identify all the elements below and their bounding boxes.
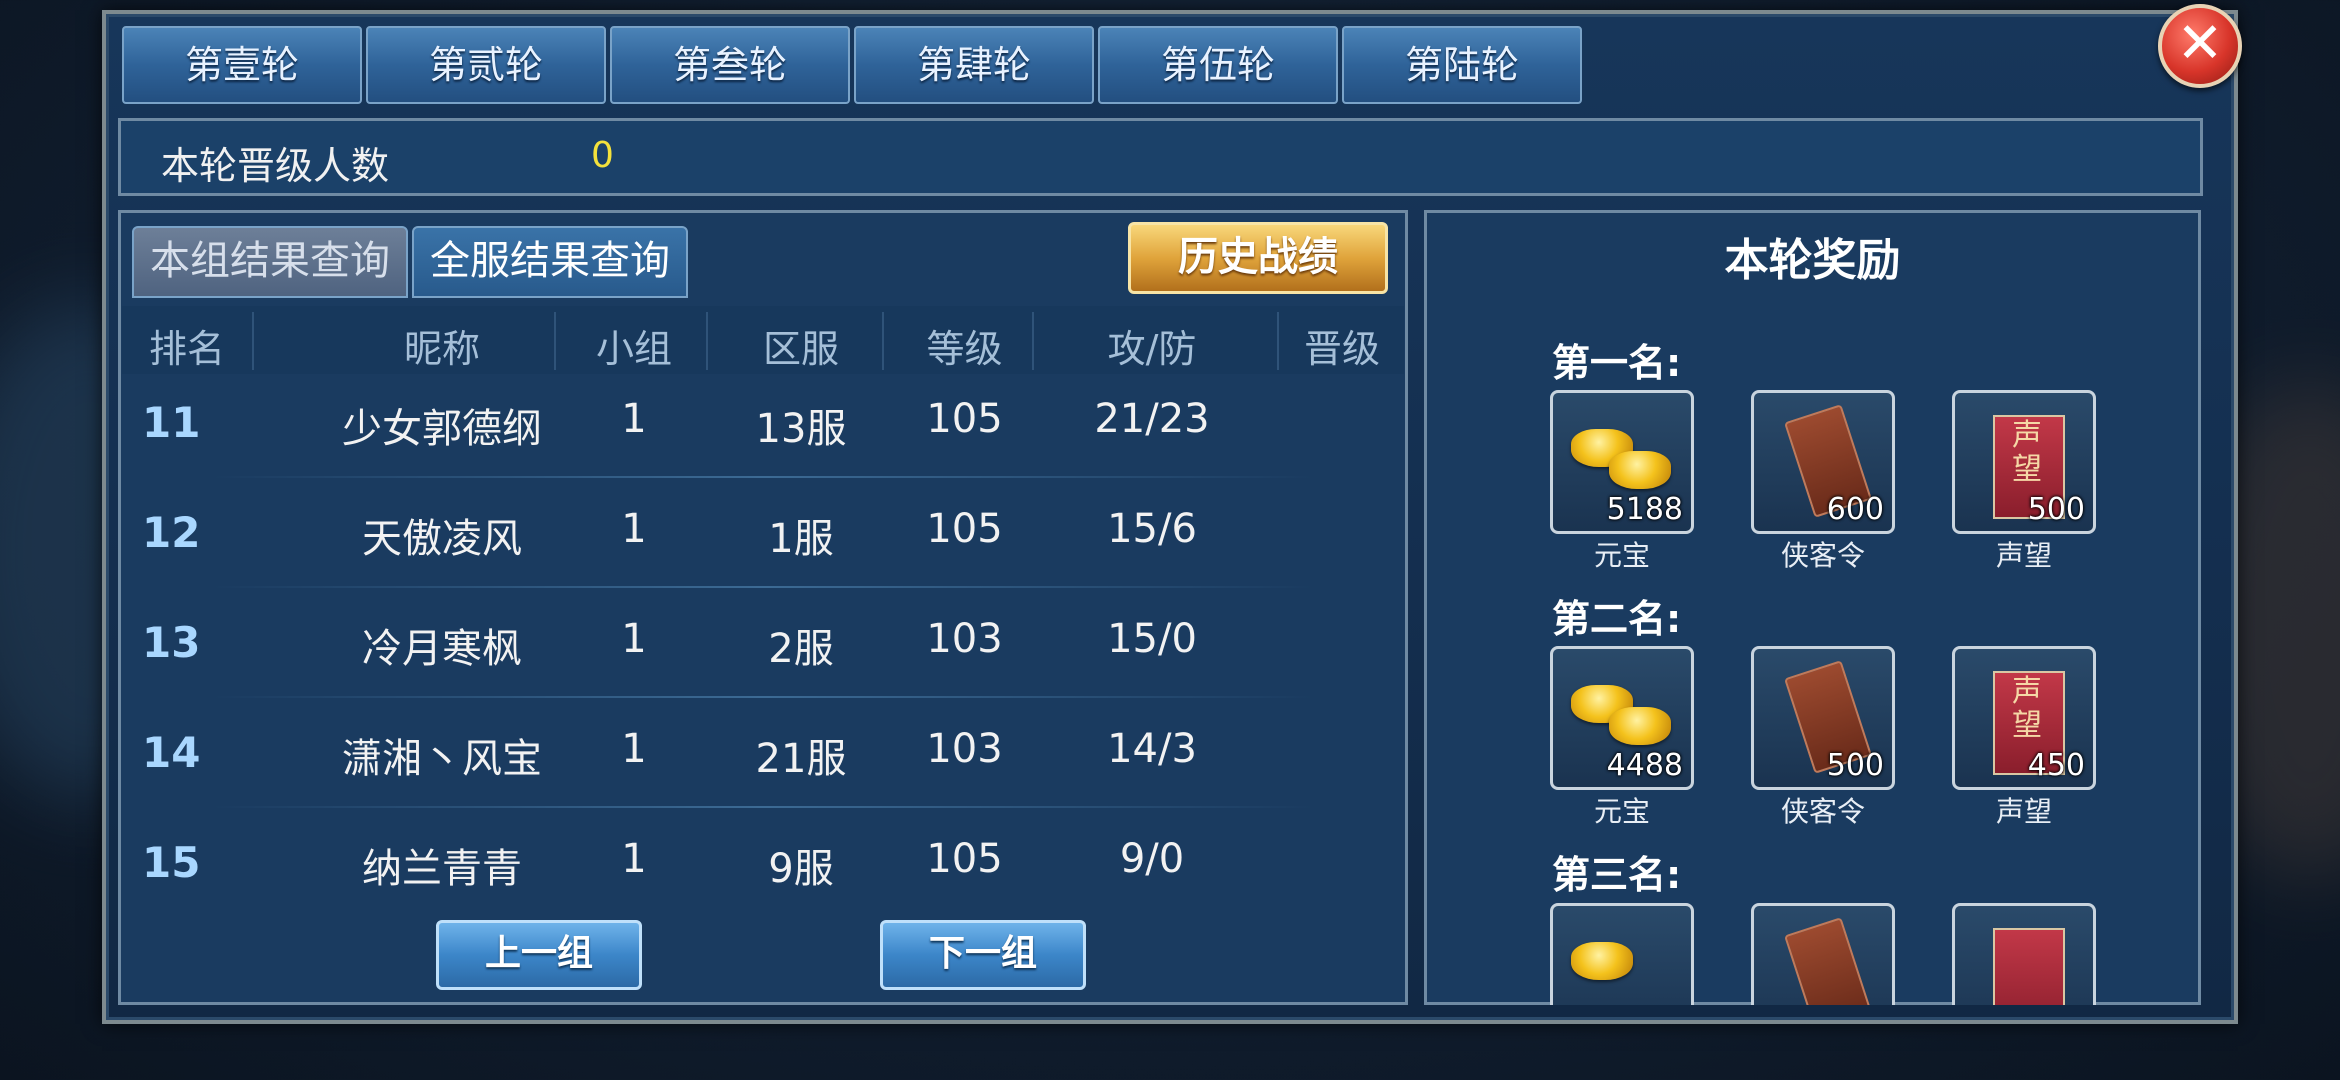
table-row[interactable]: 15 纳兰青青 1 9服 105 9/0	[122, 808, 1404, 918]
atkdef-cell: 21/23	[1094, 396, 1210, 442]
rank-cell: 15	[142, 838, 201, 887]
header-divider	[1277, 312, 1279, 370]
tab-round-6[interactable]: 第陆轮	[1342, 26, 1582, 104]
rewards-title: 本轮奖励	[1724, 235, 1901, 286]
history-record-button[interactable]: 历史战绩	[1128, 222, 1388, 294]
tab-round-3[interactable]: 第叁轮	[610, 26, 850, 104]
reward-item[interactable]: 声望 500	[1952, 390, 2096, 534]
group-cell: 1	[621, 836, 647, 882]
item-count: 600	[1826, 492, 1884, 527]
tab-round-2[interactable]: 第贰轮	[366, 26, 606, 104]
level-cell: 103	[926, 726, 1003, 772]
atkdef-cell: 14/3	[1107, 726, 1197, 772]
item-name: 元宝	[1593, 539, 1650, 572]
header-divider	[554, 312, 556, 370]
reward-item[interactable]: 声望 450	[1952, 646, 2096, 790]
item-count: 4488	[1606, 748, 1683, 783]
banner-icon	[1993, 928, 2065, 1005]
close-icon: ✕	[2176, 11, 2224, 76]
reward-item[interactable]	[1751, 903, 1895, 1005]
token-icon	[1784, 917, 1872, 1005]
tab-group-results[interactable]: 本组结果查询	[132, 226, 408, 298]
rank-cell: 13	[142, 618, 201, 667]
header-divider	[882, 312, 884, 370]
rank-cell: 12	[142, 508, 201, 557]
header-divider	[1032, 312, 1034, 370]
group-cell: 1	[621, 616, 647, 662]
next-group-button[interactable]: 下一组	[880, 920, 1086, 990]
level-cell: 105	[926, 836, 1003, 882]
tab-round-5[interactable]: 第伍轮	[1098, 26, 1338, 104]
header-divider	[706, 312, 708, 370]
tier-3-label: 第三名:	[1552, 853, 1682, 897]
rank-cell: 14	[142, 728, 201, 777]
table-row[interactable]: 11 少女郭德纲 1 13服 105 21/23	[122, 368, 1404, 478]
level-cell: 105	[926, 506, 1003, 552]
tier-1-label: 第一名:	[1552, 341, 1682, 385]
close-button[interactable]: ✕	[2158, 4, 2242, 88]
col-header-atkdef: 攻/防	[1107, 327, 1197, 371]
col-header-level: 等级	[926, 327, 1003, 371]
server-cell: 1服	[768, 516, 834, 562]
group-cell: 1	[621, 396, 647, 442]
tab-round-1[interactable]: 第壹轮	[122, 26, 362, 104]
server-cell: 2服	[768, 626, 834, 672]
gold-ingot-icon	[1609, 707, 1671, 745]
atkdef-cell: 15/0	[1107, 616, 1197, 662]
item-count: 5188	[1606, 492, 1683, 527]
item-count: 500	[2027, 492, 2085, 527]
rewards-panel	[1424, 210, 2201, 1005]
gold-ingot-icon	[1609, 451, 1671, 489]
advance-count-label: 本轮晋级人数	[161, 144, 390, 188]
item-name: 侠客令	[1780, 795, 1865, 828]
server-cell: 21服	[755, 736, 847, 782]
banner-icon-text: 声望	[2012, 674, 2042, 743]
group-cell: 1	[621, 726, 647, 772]
table-row[interactable]: 14 潇湘丶风宝 1 21服 103 14/3	[122, 698, 1404, 808]
tier-2-label: 第二名:	[1552, 597, 1682, 641]
atkdef-cell: 9/0	[1119, 836, 1185, 882]
rank-cell: 11	[142, 398, 201, 447]
table-row[interactable]: 12 天傲凌风 1 1服 105 15/6	[122, 478, 1404, 588]
table-row[interactable]: 13 冷月寒枫 1 2服 103 15/0	[122, 588, 1404, 698]
item-count: 450	[2027, 748, 2085, 783]
server-cell: 13服	[755, 406, 847, 452]
item-name: 声望	[1995, 539, 2052, 572]
table-header: 排名 昵称 小组 区服 等级 攻/防 晋级	[122, 306, 1404, 374]
reward-item[interactable]	[1952, 903, 2096, 1005]
item-name: 侠客令	[1780, 539, 1865, 572]
reward-item[interactable]	[1550, 903, 1694, 1005]
col-header-rank: 排名	[148, 327, 225, 371]
level-cell: 105	[926, 396, 1003, 442]
reward-item[interactable]: 600	[1751, 390, 1895, 534]
group-cell: 1	[621, 506, 647, 552]
prev-group-button[interactable]: 上一组	[436, 920, 642, 990]
advance-count-bar: 本轮晋级人数 0	[118, 118, 2203, 196]
reward-item[interactable]: 500	[1751, 646, 1895, 790]
server-cell: 9服	[768, 846, 834, 892]
banner-icon-text: 声望	[2012, 418, 2042, 487]
item-name: 声望	[1995, 795, 2052, 828]
tab-round-4[interactable]: 第肆轮	[854, 26, 1094, 104]
advance-count-value: 0	[591, 135, 614, 176]
header-divider	[252, 312, 254, 370]
gold-ingot-icon	[1571, 942, 1633, 980]
tab-server-results[interactable]: 全服结果查询	[412, 226, 688, 298]
rewards-scroll-clip	[1424, 895, 2201, 1005]
reward-item[interactable]: 4488	[1550, 646, 1694, 790]
col-header-advance: 晋级	[1303, 327, 1380, 371]
col-header-server: 区服	[762, 327, 839, 371]
col-header-group: 小组	[595, 327, 672, 371]
item-count: 500	[1826, 748, 1884, 783]
reward-item[interactable]: 5188	[1550, 390, 1694, 534]
atkdef-cell: 15/6	[1107, 506, 1197, 552]
item-name: 元宝	[1593, 795, 1650, 828]
level-cell: 103	[926, 616, 1003, 662]
